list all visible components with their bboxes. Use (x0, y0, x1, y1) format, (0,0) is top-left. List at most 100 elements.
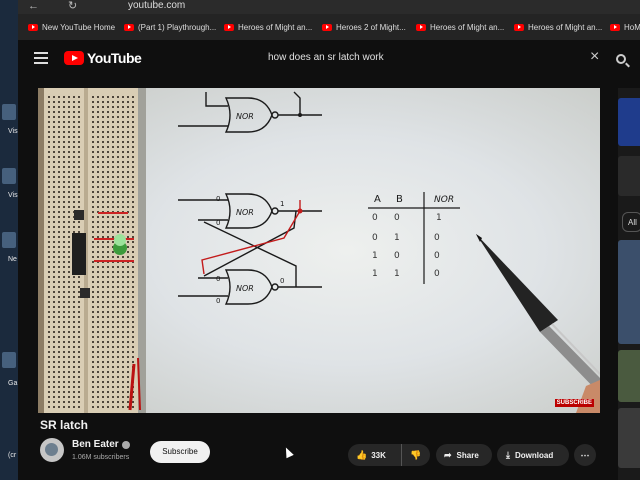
search-icon[interactable] (616, 54, 626, 64)
breadboard-hole (102, 361, 104, 363)
bookmark-item[interactable]: Heroes 2 of Might... (322, 21, 406, 33)
youtube-logo[interactable]: YouTube (64, 50, 142, 66)
breadboard-hole (127, 241, 129, 243)
breadboard-hole (102, 276, 104, 278)
breadboard-hole (68, 96, 70, 98)
breadboard-hole (53, 196, 55, 198)
table-cell: 0 (434, 251, 440, 261)
breadboard-hole (122, 216, 124, 218)
breadboard-hole (102, 246, 104, 248)
breadboard-hole (48, 301, 50, 303)
bookmark-item[interactable]: Heroes of Might an... (224, 21, 312, 33)
breadboard-hole (58, 336, 60, 338)
bookmark-item[interactable]: New YouTube Home (28, 21, 115, 33)
breadboard-hole (53, 341, 55, 343)
breadboard-hole (97, 111, 99, 113)
search-input[interactable]: how does an sr latch work (268, 52, 384, 63)
breadboard-hole (122, 101, 124, 103)
breadboard-hole (132, 236, 134, 238)
video-frame: NOR NOR NOR 0 0 0 0 1 0 A B NOR 0 0 1 0 … (38, 88, 600, 413)
breadboard-hole (78, 311, 80, 313)
bookmark-item[interactable]: (Part 1) Playthrough... (124, 21, 216, 33)
menu-icon[interactable] (34, 52, 48, 64)
breadboard-hole (92, 156, 94, 158)
back-icon[interactable]: ← (28, 0, 39, 12)
share-button[interactable]: ➦ Share (436, 444, 492, 466)
reload-icon[interactable]: ↻ (68, 0, 77, 12)
breadboard-hole (73, 191, 75, 193)
breadboard-hole (117, 351, 119, 353)
breadboard-hole (63, 131, 65, 133)
breadboard-hole (68, 121, 70, 123)
breadboard-hole (117, 271, 119, 273)
breadboard-hole (107, 251, 109, 253)
breadboard-hole (78, 161, 80, 163)
desktop-icon[interactable] (2, 104, 16, 120)
channel-name-row[interactable]: Ben Eater (72, 439, 130, 450)
breadboard-hole (92, 176, 94, 178)
download-button[interactable]: ⤓ Download (497, 444, 569, 466)
breadboard-hole (73, 231, 75, 233)
bookmark-item[interactable]: HoM (610, 21, 640, 33)
breadboard-hole (107, 291, 109, 293)
avatar[interactable] (40, 438, 64, 462)
recommendation-thumbnail[interactable] (618, 98, 640, 146)
video-player[interactable]: NOR NOR NOR 0 0 0 0 1 0 A B NOR 0 0 1 0 … (38, 88, 600, 413)
more-actions-button[interactable]: ⋯ (574, 444, 596, 466)
breadboard-hole (48, 241, 50, 243)
recommendation-thumbnail[interactable] (618, 350, 640, 402)
breadboard-hole (68, 126, 70, 128)
breadboard-hole (92, 121, 94, 123)
breadboard-hole (112, 341, 114, 343)
breadboard-hole (132, 121, 134, 123)
chip-all[interactable]: All (622, 212, 640, 232)
breadboard-hole (102, 126, 104, 128)
breadboard-hole (78, 406, 80, 408)
breadboard-hole (107, 176, 109, 178)
breadboard-hole (112, 386, 114, 388)
breadboard-hole (107, 311, 109, 313)
breadboard-hole (117, 296, 119, 298)
breadboard-hole (58, 226, 60, 228)
desktop-icon[interactable] (2, 232, 16, 248)
breadboard-hole (117, 286, 119, 288)
breadboard-hole (58, 306, 60, 308)
desktop-icon[interactable] (2, 352, 16, 368)
breadboard-hole (122, 136, 124, 138)
table-cell: 1 (436, 213, 442, 223)
breadboard-hole (68, 331, 70, 333)
breadboard-hole (48, 311, 50, 313)
breadboard-hole (107, 346, 109, 348)
breadboard-hole (58, 166, 60, 168)
bookmark-item[interactable]: Heroes of Might an... (416, 21, 504, 33)
breadboard-hole (107, 166, 109, 168)
subscribe-button[interactable]: Subscribe (150, 441, 210, 463)
bookmark-item[interactable]: Heroes of Might an... (514, 21, 602, 33)
breadboard-hole (68, 391, 70, 393)
breadboard-hole (78, 221, 80, 223)
breadboard-hole (68, 321, 70, 323)
breadboard-hole (53, 366, 55, 368)
breadboard-hole (63, 376, 65, 378)
close-icon[interactable]: × (590, 48, 599, 66)
address-bar[interactable]: youtube.com (128, 0, 185, 12)
channel-name[interactable]: Ben Eater (72, 439, 119, 450)
breadboard-hole (48, 196, 50, 198)
breadboard-hole (122, 401, 124, 403)
like-button[interactable]: 👍 33K (348, 444, 402, 466)
breadboard-hole (63, 356, 65, 358)
recommendation-thumbnail[interactable] (618, 240, 640, 344)
breadboard-hole (132, 196, 134, 198)
recommendation-thumbnail[interactable] (618, 408, 640, 468)
desktop-icon[interactable] (2, 168, 16, 184)
dislike-button[interactable]: 👎 (402, 444, 430, 466)
breadboard-hole (78, 231, 80, 233)
breadboard-hole (58, 216, 60, 218)
breadboard-hole (63, 391, 65, 393)
breadboard-hole (68, 181, 70, 183)
breadboard-hole (58, 321, 60, 323)
breadboard-hole (107, 171, 109, 173)
breadboard-hole (53, 96, 55, 98)
subscribe-watermark[interactable]: SUBSCRIBE (554, 399, 594, 407)
recommendation-thumbnail[interactable] (618, 156, 640, 196)
